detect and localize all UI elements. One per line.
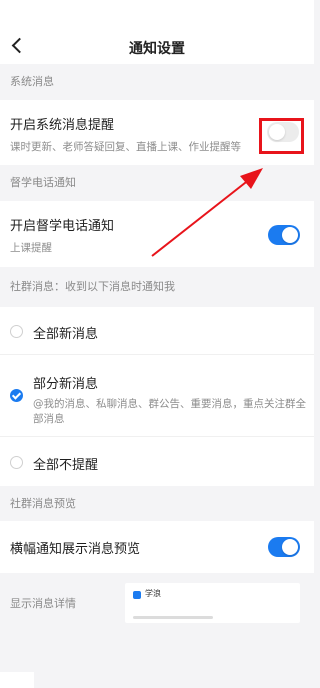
section-label-system: 系统消息 xyxy=(10,75,54,88)
toggle-knob xyxy=(282,227,298,243)
toggle-knob xyxy=(282,539,298,555)
phone-notify-subtitle: 上课提醒 xyxy=(10,242,52,254)
app-name: 学浪 xyxy=(145,589,161,598)
page-title: 通知设置 xyxy=(129,41,185,57)
highlight-box xyxy=(259,118,304,154)
option-label: 全部不提醒 xyxy=(33,458,99,473)
community-options: 全部新消息 部分新消息 @我的消息、私聊消息、群公告、重要消息，重点关注群全部消… xyxy=(0,307,314,486)
app-icon xyxy=(133,591,141,599)
banner-preview-row: 横幅通知展示消息预览 xyxy=(0,521,314,573)
bottom-area xyxy=(0,670,314,688)
radio-checked-icon xyxy=(10,389,23,402)
section-label-community: 社群消息：收到以下消息时通知我 xyxy=(10,280,175,293)
option-some-messages[interactable]: 部分新消息 @我的消息、私聊消息、群公告、重要消息，重点关注群全部消息 xyxy=(0,355,314,437)
banner-preview-title: 横幅通知展示消息预览 xyxy=(10,542,141,557)
option-label: 全部新消息 xyxy=(33,327,99,342)
section-label-preview: 社群消息预览 xyxy=(10,497,76,510)
nav-bar: 通知设置 xyxy=(0,0,314,64)
option-all-messages[interactable]: 全部新消息 xyxy=(0,307,314,355)
banner-preview-toggle[interactable] xyxy=(268,537,300,557)
message-detail-preview: 显示消息详情 学浪 xyxy=(0,583,314,663)
phone-notify-row: 开启督学电话通知 上课提醒 xyxy=(0,201,314,267)
option-no-messages[interactable]: 全部不提醒 xyxy=(0,437,314,486)
option-label: 部分新消息 xyxy=(33,377,99,392)
option-desc: @我的消息、私聊消息、群公告、重要消息，重点关注群全部消息 xyxy=(33,398,306,425)
blurred-preview-text xyxy=(133,616,213,619)
phone-notify-toggle[interactable] xyxy=(268,225,300,245)
message-detail-label: 显示消息详情 xyxy=(10,597,76,610)
radio-unchecked-icon xyxy=(10,456,23,469)
bottom-tab xyxy=(0,672,34,688)
radio-unchecked-icon xyxy=(10,325,23,338)
section-label-phone: 督学电话通知 xyxy=(10,176,76,189)
phone-notify-title: 开启督学电话通知 xyxy=(10,219,115,234)
notification-preview-card: 学浪 xyxy=(125,583,300,623)
